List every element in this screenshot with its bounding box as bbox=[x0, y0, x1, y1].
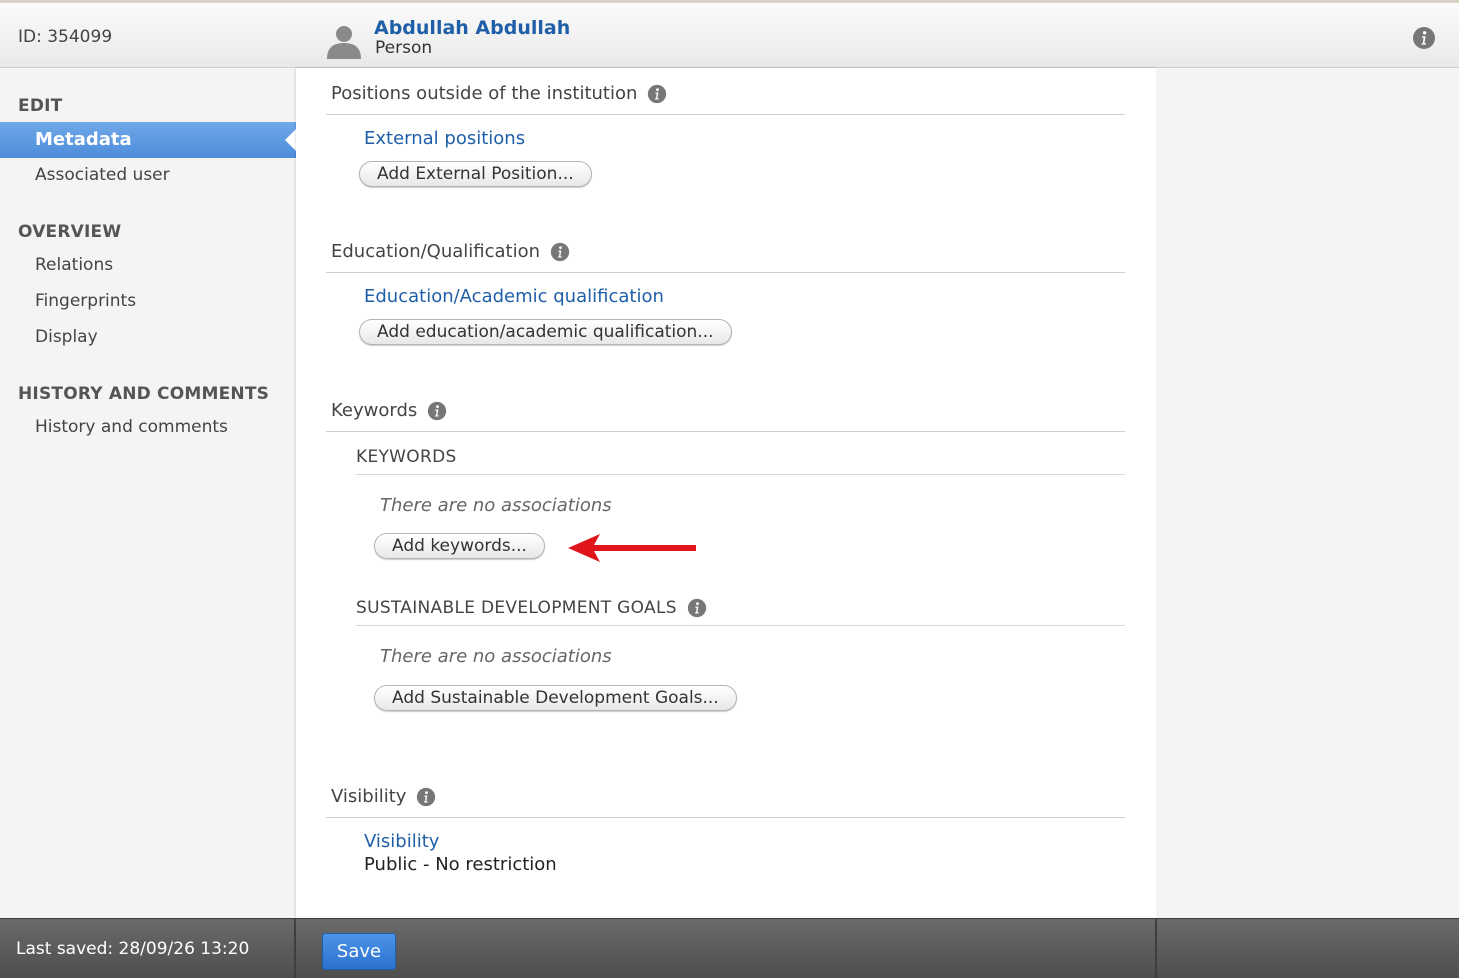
sidebar-item-metadata[interactable]: Metadata bbox=[0, 122, 297, 158]
section-title-text: Visibility bbox=[331, 786, 407, 807]
sidebar: EDIT Metadata Associated user OVERVIEW R… bbox=[0, 68, 297, 918]
external-positions-link[interactable]: External positions bbox=[364, 128, 525, 149]
right-pane bbox=[1156, 68, 1459, 918]
sidebar-item-associated-user[interactable]: Associated user bbox=[35, 165, 170, 185]
add-sdg-button[interactable]: Add Sustainable Development Goals... bbox=[374, 685, 737, 711]
divider bbox=[1155, 919, 1157, 978]
record-id: ID: 354099 bbox=[18, 27, 113, 47]
no-associations-text: There are no associations bbox=[380, 646, 612, 667]
sidebar-item-history-and-comments[interactable]: History and comments bbox=[35, 417, 228, 437]
section-title-text: Keywords bbox=[331, 400, 418, 421]
metadata-form: Positions outside of the institution Ext… bbox=[296, 68, 1156, 918]
section-title-visibility: Visibility bbox=[331, 786, 436, 807]
add-external-position-button[interactable]: Add External Position... bbox=[359, 161, 592, 187]
info-icon[interactable] bbox=[647, 84, 667, 104]
subsection-title-text: KEYWORDS bbox=[356, 447, 457, 467]
add-education-qualification-button[interactable]: Add education/academic qualification... bbox=[359, 319, 732, 345]
divider bbox=[294, 919, 296, 978]
subsection-title-text: SUSTAINABLE DEVELOPMENT GOALS bbox=[356, 598, 677, 618]
visibility-link[interactable]: Visibility bbox=[364, 831, 439, 852]
section-title-positions: Positions outside of the institution bbox=[331, 83, 667, 104]
info-icon[interactable] bbox=[427, 401, 447, 421]
visibility-value: Public - No restriction bbox=[364, 854, 557, 875]
info-icon[interactable] bbox=[416, 787, 436, 807]
education-academic-qualification-link[interactable]: Education/Academic qualification bbox=[364, 286, 664, 307]
red-arrow-annotation-icon bbox=[568, 534, 696, 562]
info-icon[interactable] bbox=[1412, 26, 1436, 50]
section-title-keywords: Keywords bbox=[331, 400, 447, 421]
footer-bar: Last saved: 28/09/26 13:20 Save bbox=[0, 918, 1459, 978]
person-avatar-icon bbox=[327, 26, 361, 59]
person-name-link[interactable]: Abdullah Abdullah bbox=[374, 17, 570, 39]
sidebar-item-display[interactable]: Display bbox=[35, 327, 98, 347]
sidebar-item-label: Metadata bbox=[35, 129, 132, 150]
record-type-label: Person bbox=[375, 38, 433, 58]
section-title-text: Education/Qualification bbox=[331, 241, 541, 262]
divider bbox=[326, 431, 1125, 432]
divider bbox=[326, 272, 1125, 273]
no-associations-text: There are no associations bbox=[380, 495, 612, 516]
info-icon[interactable] bbox=[550, 242, 570, 262]
divider bbox=[326, 817, 1125, 818]
section-title-education: Education/Qualification bbox=[331, 241, 570, 262]
save-button[interactable]: Save bbox=[322, 933, 396, 970]
sidebar-group-overview: OVERVIEW bbox=[18, 222, 122, 242]
subsection-title-keywords: KEYWORDS bbox=[356, 447, 457, 467]
section-title-text: Positions outside of the institution bbox=[331, 83, 638, 104]
subsection-title-sdg: SUSTAINABLE DEVELOPMENT GOALS bbox=[356, 598, 707, 618]
add-keywords-button[interactable]: Add keywords... bbox=[374, 533, 545, 559]
divider bbox=[326, 114, 1125, 115]
sidebar-item-relations[interactable]: Relations bbox=[35, 255, 113, 275]
last-saved-text: Last saved: 28/09/26 13:20 bbox=[16, 939, 250, 959]
divider bbox=[356, 625, 1125, 626]
record-header: ID: 354099 Abdullah Abdullah Person bbox=[0, 0, 1459, 68]
sidebar-item-fingerprints[interactable]: Fingerprints bbox=[35, 291, 136, 311]
divider bbox=[356, 474, 1125, 475]
sidebar-group-edit: EDIT bbox=[18, 96, 63, 116]
info-icon[interactable] bbox=[687, 598, 707, 618]
sidebar-group-history: HISTORY AND COMMENTS bbox=[18, 384, 270, 404]
